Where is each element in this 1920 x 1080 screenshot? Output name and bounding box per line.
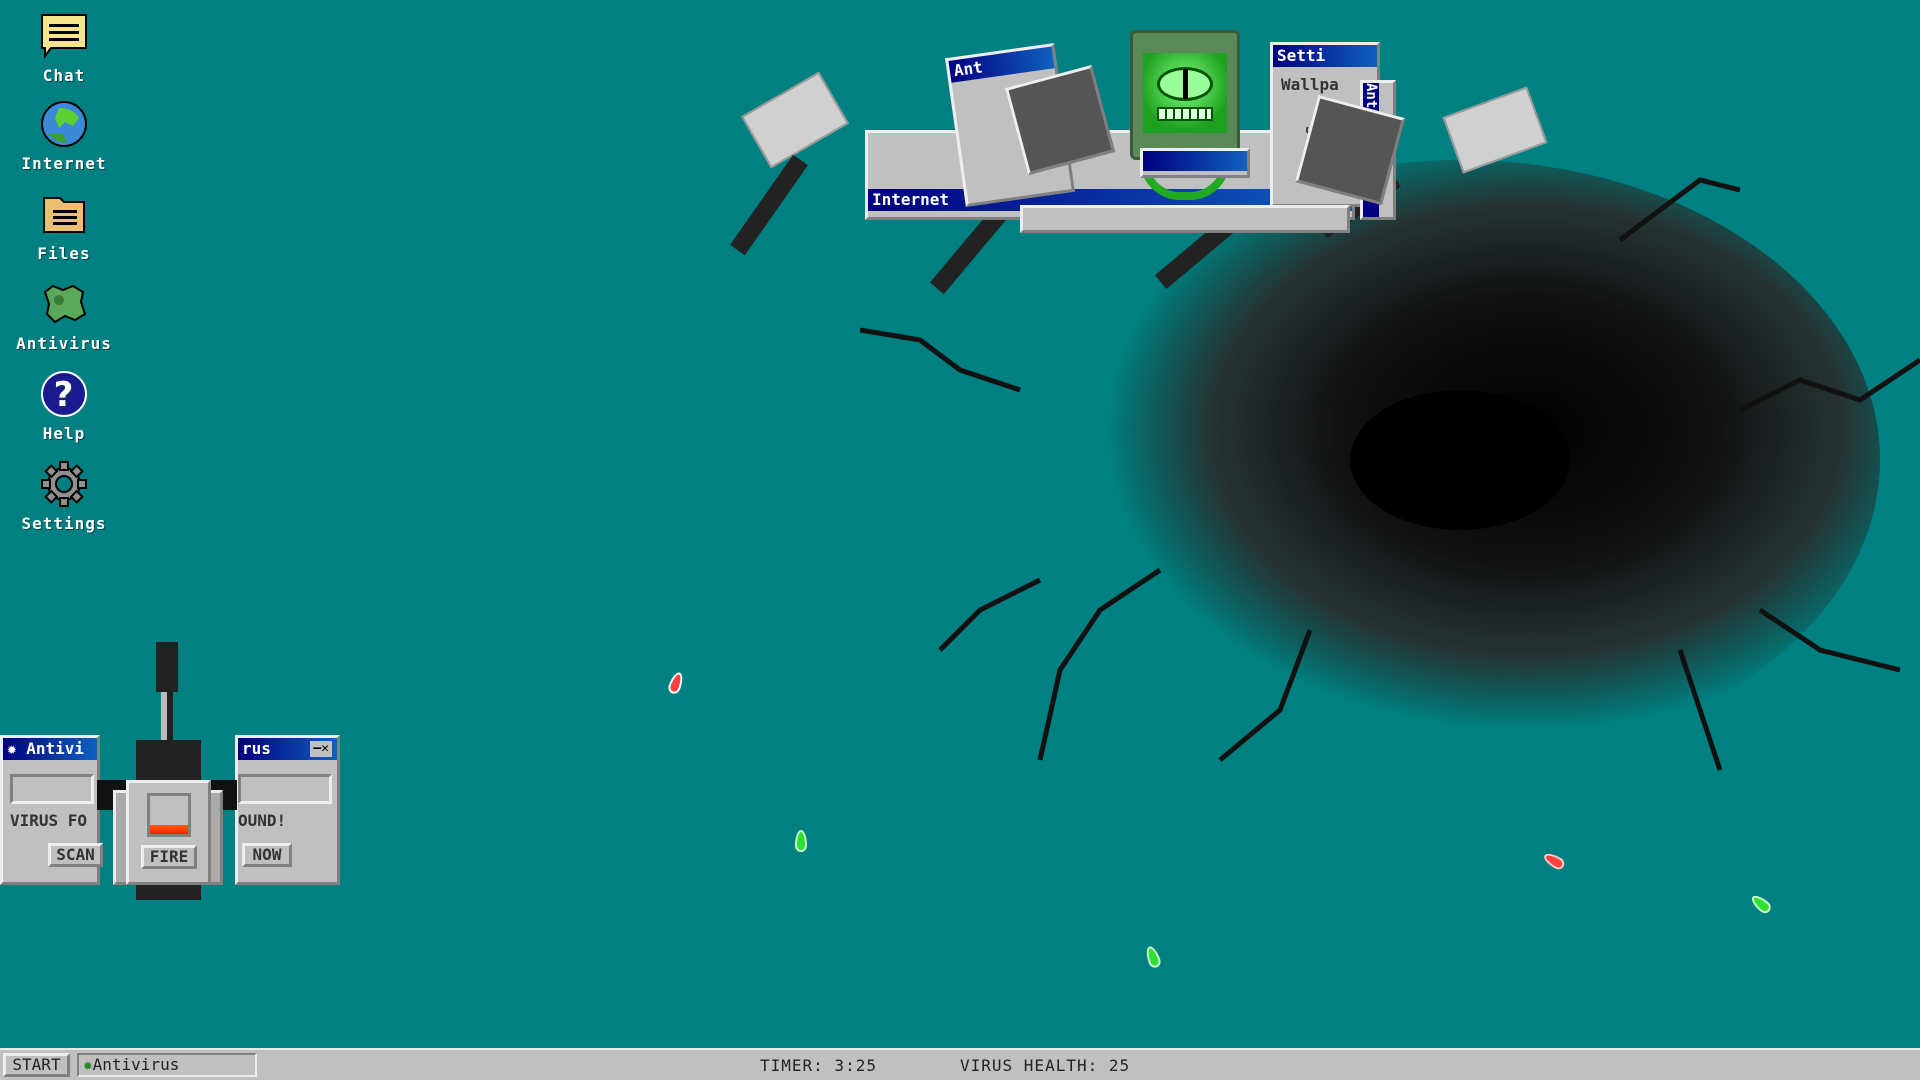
gear-icon bbox=[41, 461, 87, 507]
window-title: ✹ Antivi bbox=[3, 738, 97, 760]
window-title: Ant bbox=[948, 46, 1055, 83]
svg-text:?: ? bbox=[54, 375, 75, 415]
desktop-icon-help[interactable]: ? Help bbox=[0, 370, 128, 443]
scan-button[interactable]: SCAN bbox=[48, 843, 103, 867]
turret-barrel bbox=[156, 642, 178, 692]
boss-monitor bbox=[1130, 30, 1240, 160]
desktop-icon-antivirus[interactable]: Antivirus bbox=[0, 280, 128, 353]
timer: TIMER: 3:25 bbox=[760, 1056, 877, 1075]
icon-label: Antivirus bbox=[16, 334, 112, 353]
desktop-icon-chat[interactable]: Chat bbox=[0, 12, 128, 85]
fire-button[interactable]: FIRE bbox=[141, 845, 197, 869]
now-button[interactable]: NOW bbox=[242, 843, 292, 867]
taskbar-item-antivirus[interactable]: ✹Antivirus bbox=[77, 1053, 257, 1077]
antivirus-projectile bbox=[795, 830, 807, 852]
window-title: Setti bbox=[1273, 45, 1377, 67]
taskbar: START ✹Antivirus TIMER: 3:25 VIRUS HEALT… bbox=[0, 1048, 1920, 1080]
player-window-right: rus –✕ OUND! NOW bbox=[235, 735, 340, 885]
icon-label: Internet bbox=[21, 154, 107, 173]
desktop-icon-internet[interactable]: Internet bbox=[0, 100, 128, 173]
boss-arm-right bbox=[1442, 86, 1548, 174]
virus-boss: Internet Ant SettiWallpaSCAN Antivir bbox=[730, 30, 1548, 330]
charge-meter bbox=[147, 793, 191, 837]
player-turret: ✹ Antivi VIRUS FO SCAN rus –✕ OUND! NOW F… bbox=[0, 640, 345, 900]
chat-bubble-icon bbox=[41, 14, 87, 59]
virus-icon: ✹ bbox=[83, 1055, 93, 1074]
boss-arm-barrel bbox=[730, 154, 808, 256]
folder-icon bbox=[43, 197, 85, 233]
antivirus-projectile bbox=[1748, 892, 1774, 916]
desktop-icon-settings[interactable]: Settings bbox=[0, 460, 128, 533]
boss-window-small bbox=[1140, 148, 1250, 178]
window-text: Wallpa bbox=[1281, 75, 1339, 94]
virus-icon bbox=[43, 284, 87, 324]
player-window-left: ✹ Antivi VIRUS FO SCAN bbox=[0, 735, 103, 885]
start-button[interactable]: START bbox=[3, 1053, 70, 1077]
boss-base bbox=[1020, 205, 1350, 233]
help-icon: ? bbox=[41, 371, 87, 417]
taskbar-item-label: Antivirus bbox=[92, 1055, 180, 1074]
desktop-icon-files[interactable]: Files bbox=[0, 190, 128, 263]
virus-projectile bbox=[1541, 850, 1567, 872]
virus-projectile bbox=[666, 670, 686, 696]
turret-body: FIRE bbox=[126, 780, 211, 885]
globe-icon bbox=[41, 101, 87, 147]
window-text: OUND! bbox=[238, 811, 287, 830]
window-text: VIRUS FO bbox=[10, 811, 88, 830]
virus-health: VIRUS HEALTH: 25 bbox=[960, 1056, 1131, 1075]
window-title: rus –✕ bbox=[238, 738, 337, 760]
boss-arm-left bbox=[741, 71, 849, 169]
icon-label: Chat bbox=[42, 66, 86, 85]
icon-label: Settings bbox=[21, 514, 107, 533]
icon-label: Files bbox=[37, 244, 91, 263]
icon-label: Help bbox=[42, 424, 86, 443]
antivirus-projectile bbox=[1143, 944, 1163, 970]
